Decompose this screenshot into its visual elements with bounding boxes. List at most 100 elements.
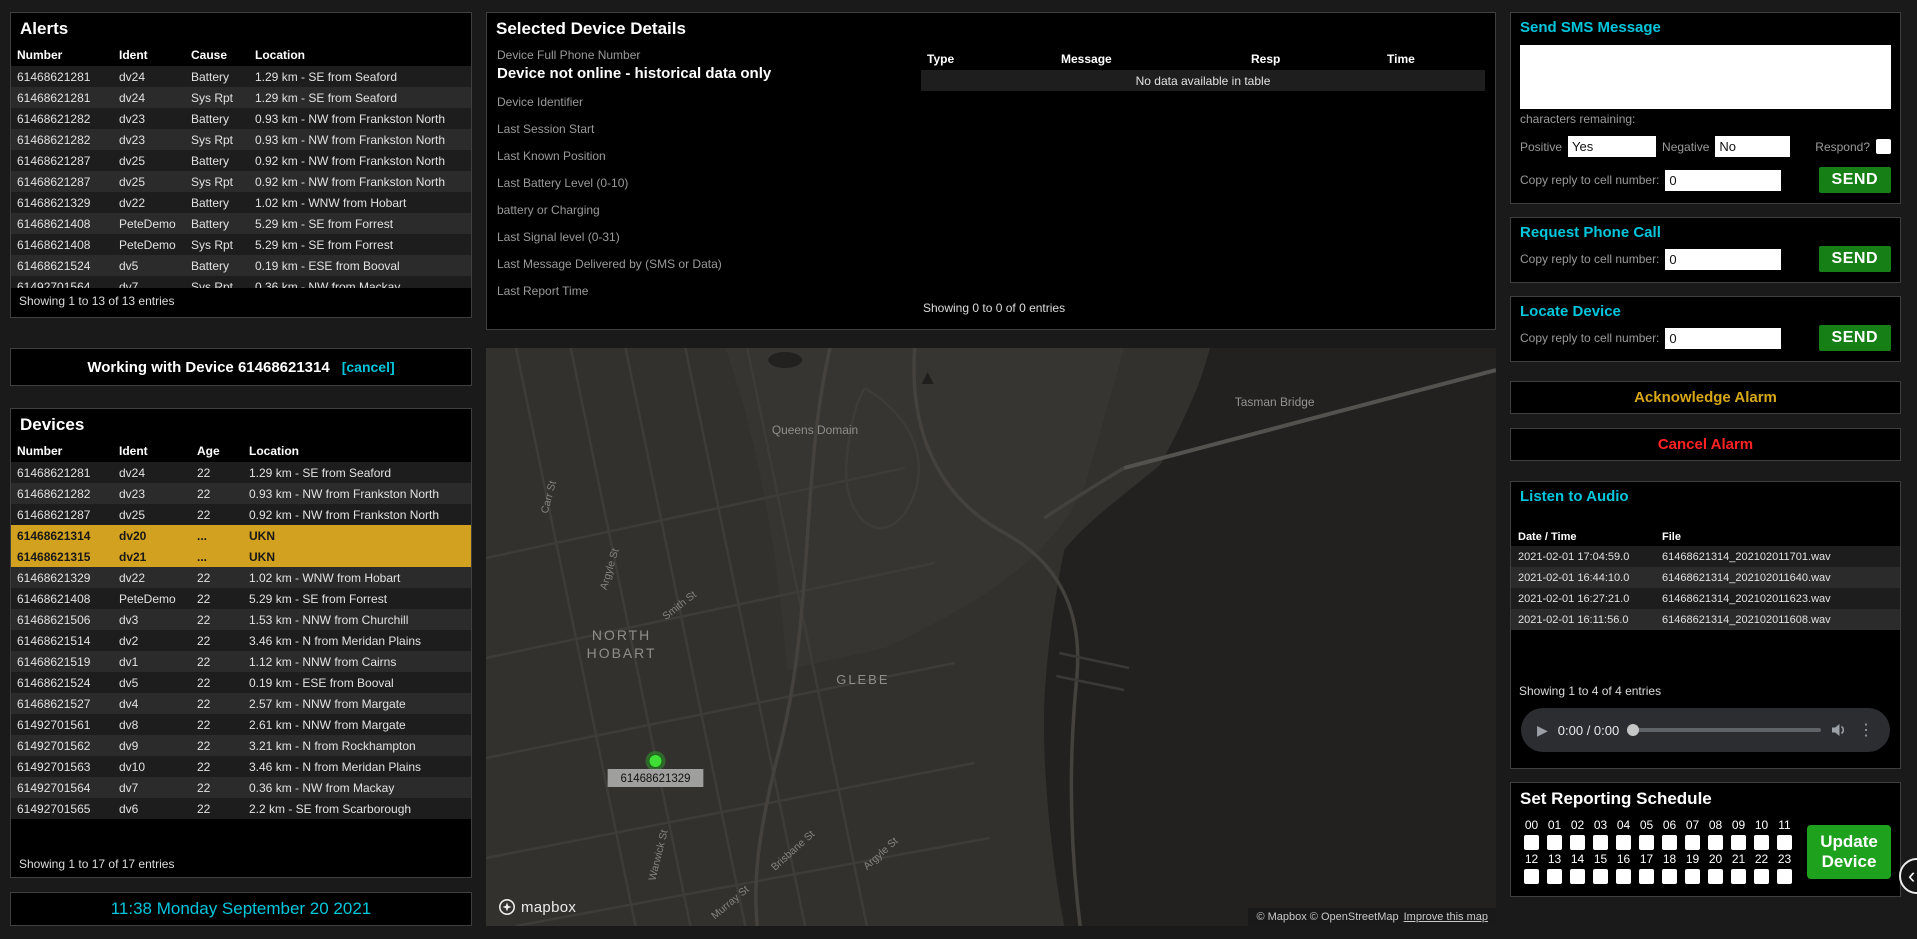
phone-copy-number-input[interactable] xyxy=(1665,249,1781,270)
alert-number: 61468621408 xyxy=(11,213,113,234)
alert-row[interactable]: 61468621329 dv22 Battery 1.02 km - WNW f… xyxy=(11,192,471,213)
alert-row[interactable]: 61468621282 dv23 Sys Rpt 0.93 km - NW fr… xyxy=(11,129,471,150)
respond-checkbox[interactable] xyxy=(1876,139,1891,154)
device-row[interactable]: 61492701565 dv6 22 2.2 km - SE from Scar… xyxy=(11,798,471,819)
device-row[interactable]: 61468621282 dv23 22 0.93 km - NW from Fr… xyxy=(11,483,471,504)
device-marker-dot[interactable] xyxy=(649,755,662,768)
positive-input[interactable] xyxy=(1568,136,1656,157)
alerts-col-location: Location xyxy=(249,44,471,66)
schedule-hour-checkbox[interactable] xyxy=(1708,835,1723,850)
audio-seek-slider[interactable] xyxy=(1629,728,1821,732)
alert-row[interactable]: 61492701564 dv7 Sys Rpt 0.36 km - NW fro… xyxy=(11,276,471,288)
schedule-hour-checkbox[interactable] xyxy=(1524,835,1539,850)
schedule-hour-checkbox[interactable] xyxy=(1685,869,1700,884)
cancel-alarm-button[interactable]: Cancel Alarm xyxy=(1510,428,1901,461)
device-row[interactable]: 61468621506 dv3 22 1.53 km - NNW from Ch… xyxy=(11,609,471,630)
acknowledge-alarm-button[interactable]: Acknowledge Alarm xyxy=(1510,381,1901,414)
schedule-hour-checkbox[interactable] xyxy=(1731,835,1746,850)
audio-menu-icon[interactable]: ⋮ xyxy=(1858,720,1874,740)
schedule-hour-checkbox[interactable] xyxy=(1662,869,1677,884)
audio-file-row[interactable]: 2021-02-01 16:11:56.0 61468621314_202102… xyxy=(1511,609,1900,630)
alert-row[interactable]: 61468621281 dv24 Sys Rpt 1.29 km - SE fr… xyxy=(11,87,471,108)
cancel-working-link[interactable]: [cancel] xyxy=(342,359,395,375)
locate-send-button[interactable]: SEND xyxy=(1819,325,1891,351)
alert-cause: Sys Rpt xyxy=(185,276,249,288)
audio-file-row[interactable]: 2021-02-01 16:27:21.0 61468621314_202102… xyxy=(1511,588,1900,609)
alert-row[interactable]: 61468621408 PeteDemo Sys Rpt 5.29 km - S… xyxy=(11,234,471,255)
audio-file-row[interactable]: 2021-02-01 17:04:59.0 61468621314_202102… xyxy=(1511,546,1900,567)
device-row[interactable]: 61468621287 dv25 22 0.92 km - NW from Fr… xyxy=(11,504,471,525)
device-age: 22 xyxy=(191,609,243,630)
negative-input[interactable] xyxy=(1715,136,1790,157)
schedule-hour-checkbox[interactable] xyxy=(1685,835,1700,850)
device-row[interactable]: 61468621519 dv1 22 1.12 km - NNW from Ca… xyxy=(11,651,471,672)
device-row[interactable]: 61492701564 dv7 22 0.36 km - NW from Mac… xyxy=(11,777,471,798)
schedule-hour-checkbox[interactable] xyxy=(1708,869,1723,884)
schedule-hour-checkbox[interactable] xyxy=(1593,835,1608,850)
schedule-hour-label: 18 xyxy=(1663,852,1676,866)
device-row[interactable]: 61468621527 dv4 22 2.57 km - NNW from Ma… xyxy=(11,693,471,714)
device-row[interactable]: 61468621524 dv5 22 0.19 km - ESE from Bo… xyxy=(11,672,471,693)
schedule-hour-checkbox[interactable] xyxy=(1570,835,1585,850)
device-row[interactable]: 61468621281 dv24 22 1.29 km - SE from Se… xyxy=(11,462,471,483)
phone-send-button[interactable]: SEND xyxy=(1819,246,1891,272)
schedule-hour-checkbox[interactable] xyxy=(1777,869,1792,884)
mapbox-logo[interactable]: mapbox xyxy=(498,898,576,916)
device-row[interactable]: 61492701563 dv10 22 3.46 km - N from Mer… xyxy=(11,756,471,777)
sms-copy-number-input[interactable] xyxy=(1665,170,1781,191)
collapse-panel-button[interactable]: ‹ xyxy=(1899,858,1917,894)
alert-row[interactable]: 61468621282 dv23 Battery 0.93 km - NW fr… xyxy=(11,108,471,129)
map-canvas[interactable]: Queens Domain Tasman Bridge NORTH HOBART… xyxy=(486,348,1496,926)
alert-row[interactable]: 61468621287 dv25 Sys Rpt 0.92 km - NW fr… xyxy=(11,171,471,192)
schedule-hour-checkbox[interactable] xyxy=(1662,835,1677,850)
update-device-button[interactable]: Update Device xyxy=(1807,825,1891,878)
schedule-hour-checkbox[interactable] xyxy=(1731,869,1746,884)
device-messages-area: Type Message Resp Time No data available… xyxy=(921,48,1485,321)
device-row[interactable]: 61468621329 dv22 22 1.02 km - WNW from H… xyxy=(11,567,471,588)
negative-label: Negative xyxy=(1662,140,1709,154)
schedule-hour-checkbox[interactable] xyxy=(1570,869,1585,884)
detail-field-label: Last Message Delivered by (SMS or Data) xyxy=(497,257,897,271)
alert-row[interactable]: 61468621408 PeteDemo Battery 5.29 km - S… xyxy=(11,213,471,234)
schedule-hour-checkbox[interactable] xyxy=(1593,869,1608,884)
alert-row[interactable]: 61468621287 dv25 Battery 0.92 km - NW fr… xyxy=(11,150,471,171)
schedule-hour-cell: 21 xyxy=(1727,852,1750,884)
device-row[interactable]: 61468621314 dv20 ... UKN xyxy=(11,525,471,546)
device-row[interactable]: 61492701562 dv9 22 3.21 km - N from Rock… xyxy=(11,735,471,756)
play-button[interactable]: ▶ xyxy=(1537,722,1548,739)
schedule-hour-checkbox[interactable] xyxy=(1547,835,1562,850)
schedule-hour-checkbox[interactable] xyxy=(1639,835,1654,850)
device-row[interactable]: 61468621514 dv2 22 3.46 km - N from Meri… xyxy=(11,630,471,651)
schedule-hour-label: 11 xyxy=(1778,818,1790,832)
schedule-hour-checkbox[interactable] xyxy=(1754,835,1769,850)
device-location: 1.53 km - NNW from Churchill xyxy=(243,609,471,630)
audio-seek-thumb[interactable] xyxy=(1627,724,1639,736)
schedule-hour-label: 17 xyxy=(1640,852,1653,866)
schedule-hour-label: 02 xyxy=(1571,818,1584,832)
improve-map-link[interactable]: Improve this map xyxy=(1404,911,1488,923)
alert-cause: Battery xyxy=(185,108,249,129)
schedule-hour-checkbox[interactable] xyxy=(1547,869,1562,884)
schedule-hour-checkbox[interactable] xyxy=(1524,869,1539,884)
sms-send-button[interactable]: SEND xyxy=(1819,167,1891,193)
volume-icon[interactable] xyxy=(1831,723,1848,737)
alert-row[interactable]: 61468621281 dv24 Battery 1.29 km - SE fr… xyxy=(11,66,471,87)
alert-row[interactable]: 61468621524 dv5 Battery 0.19 km - ESE fr… xyxy=(11,255,471,276)
device-row[interactable]: 61468621315 dv21 ... UKN xyxy=(11,546,471,567)
device-row[interactable]: 61492701561 dv8 22 2.61 km - NNW from Ma… xyxy=(11,714,471,735)
schedule-hour-checkbox[interactable] xyxy=(1616,835,1631,850)
detail-field: Last Report Time xyxy=(497,284,897,298)
map-label-queens-domain: Queens Domain xyxy=(772,423,858,437)
schedule-hour-checkbox[interactable] xyxy=(1754,869,1769,884)
schedule-hour-cell: 00 xyxy=(1520,818,1543,850)
alerts-scroll-area[interactable]: 61468621281 dv24 Battery 1.29 km - SE fr… xyxy=(11,66,471,288)
map[interactable]: Queens Domain Tasman Bridge NORTH HOBART… xyxy=(486,348,1496,926)
schedule-hour-checkbox[interactable] xyxy=(1616,869,1631,884)
device-location: 0.19 km - ESE from Booval xyxy=(243,672,471,693)
schedule-hour-checkbox[interactable] xyxy=(1777,835,1792,850)
device-row[interactable]: 61468621408 PeteDemo 22 5.29 km - SE fro… xyxy=(11,588,471,609)
sms-message-input[interactable] xyxy=(1520,45,1891,109)
audio-file-row[interactable]: 2021-02-01 16:44:10.0 61468621314_202102… xyxy=(1511,567,1900,588)
schedule-hour-checkbox[interactable] xyxy=(1639,869,1654,884)
locate-copy-number-input[interactable] xyxy=(1665,328,1781,349)
